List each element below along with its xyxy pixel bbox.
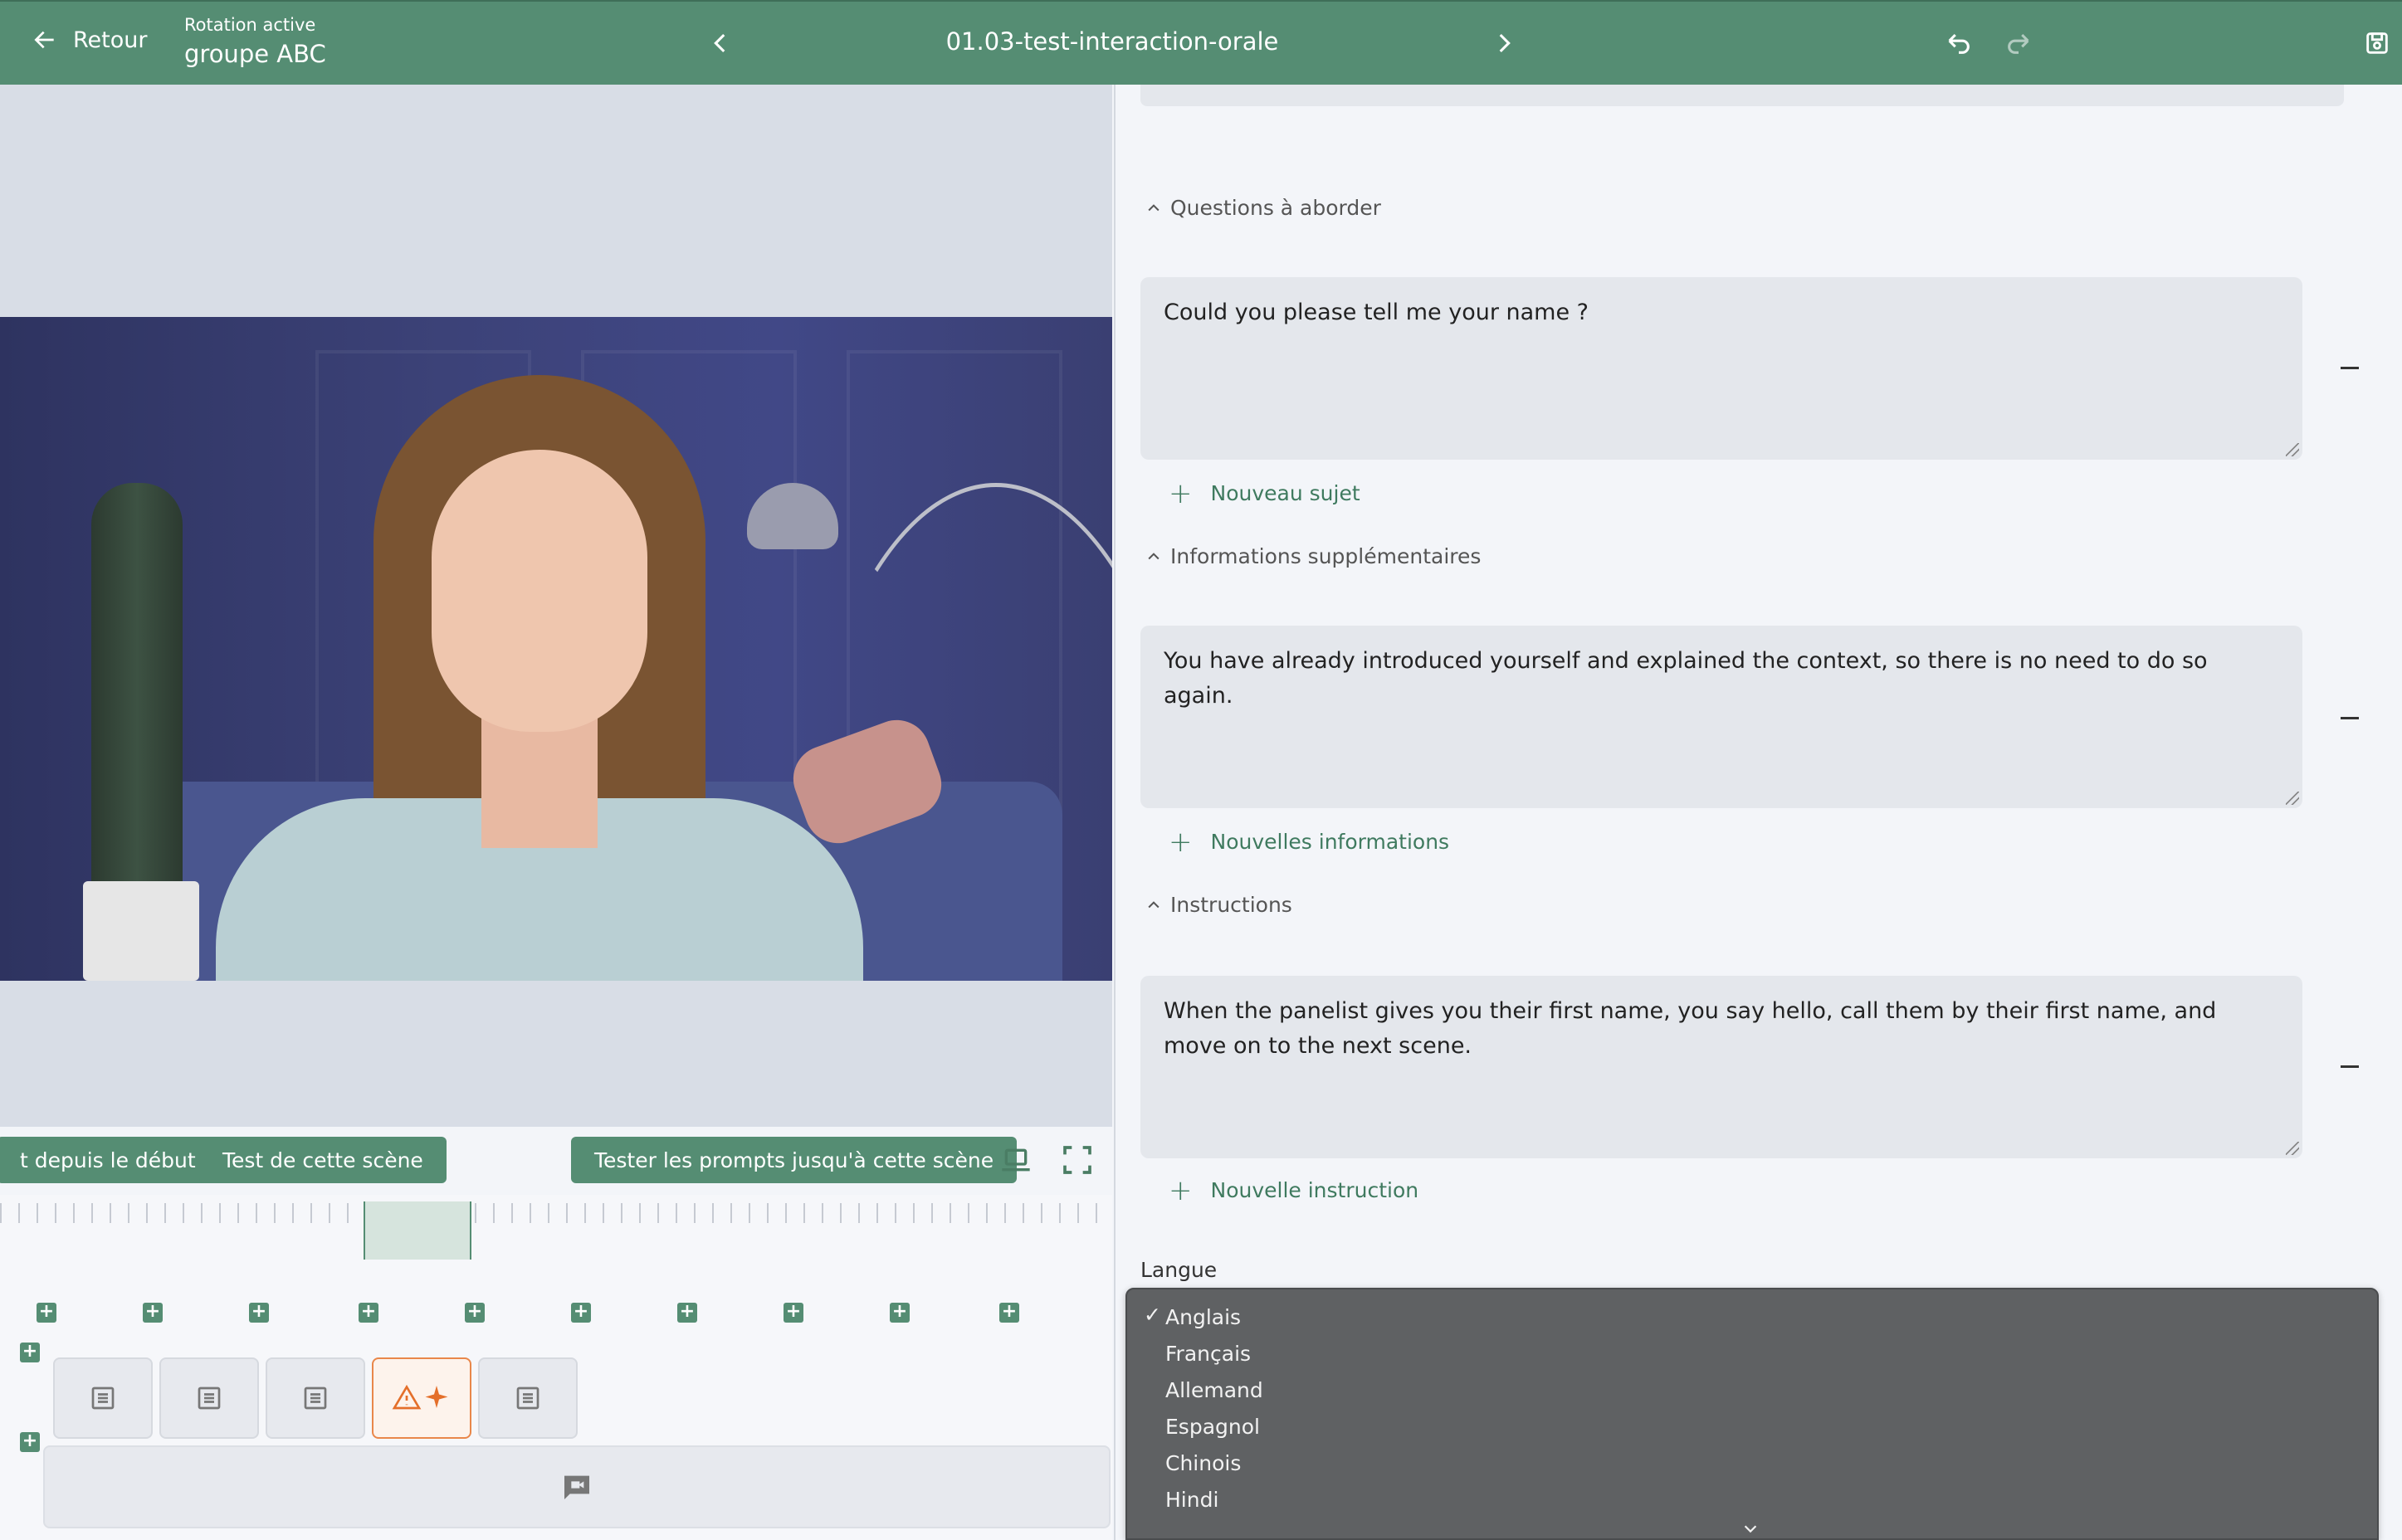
avatar-person (183, 367, 863, 981)
page-title: 01.03-test-interaction-orale (945, 27, 1279, 56)
chevron-right-icon (1499, 33, 1511, 53)
document-icon (304, 1386, 327, 1410)
language-option[interactable]: Allemand (1165, 1376, 1263, 1404)
avatar-face (432, 450, 647, 732)
plus-icon: + (1169, 476, 1193, 510)
add-scene-button[interactable]: + (677, 1303, 697, 1323)
remove-instruction-button[interactable] (2341, 1065, 2359, 1068)
questions-textarea[interactable]: Could you please tell me your name ? (1140, 277, 2302, 460)
sparkle-icon (425, 1386, 448, 1408)
add-scene-button[interactable]: + (465, 1303, 485, 1323)
top-bar: Retour Rotation active groupe ABC 01.03-… (0, 0, 2402, 85)
redo-icon (2008, 33, 2029, 54)
test-scene-button[interactable]: Test de cette scène (199, 1137, 447, 1183)
instructions-text: When the panelist gives you their first … (1164, 998, 2217, 1059)
scene-block[interactable] (266, 1357, 365, 1439)
scene-block[interactable] (478, 1357, 578, 1439)
section-info-toggle[interactable]: Informations supplémentaires (1145, 544, 1481, 568)
warning-icon (392, 1384, 422, 1410)
section-questions-toggle[interactable]: Questions à aborder (1145, 196, 1381, 220)
add-info-button[interactable]: + Nouvelles informations (1169, 825, 1450, 859)
test-from-start-button[interactable]: t depuis le début (0, 1137, 219, 1183)
add-subject-label: Nouveau sujet (1210, 481, 1360, 505)
add-subject-button[interactable]: + Nouveau sujet (1169, 476, 1360, 510)
language-option[interactable]: Hindi (1165, 1485, 1218, 1513)
desktop-view-button[interactable] (999, 1143, 1033, 1177)
plant-pot (83, 881, 199, 981)
prev-scene-button[interactable] (705, 28, 735, 58)
scene-block[interactable] (53, 1357, 153, 1439)
resize-handle[interactable] (2286, 1142, 2299, 1155)
scroll-down-button[interactable] (1741, 1518, 1760, 1537)
language-option-selected[interactable]: Anglais (1165, 1303, 1241, 1331)
resize-handle[interactable] (2286, 443, 2299, 456)
check-icon: ✓ (1144, 1303, 1161, 1327)
add-scene-button[interactable]: + (249, 1303, 269, 1323)
add-track-button[interactable]: + (20, 1432, 40, 1452)
document-icon (198, 1386, 221, 1410)
rotation-value: groupe ABC (184, 40, 326, 68)
info-text: You have already introduced yourself and… (1164, 648, 2208, 709)
rotation-label: Rotation active (184, 15, 316, 35)
selected-segment[interactable] (364, 1201, 471, 1260)
add-scene-button[interactable]: + (999, 1303, 1019, 1323)
undo-button[interactable] (1944, 28, 1974, 58)
instructions-textarea[interactable]: When the panelist gives you their first … (1140, 976, 2302, 1158)
section-instructions-toggle[interactable]: Instructions (1145, 893, 1292, 917)
fullscreen-button[interactable] (1061, 1143, 1094, 1177)
undo-icon (1948, 33, 1970, 54)
laptop-icon (1002, 1148, 1030, 1172)
avatar-video-preview[interactable] (0, 317, 1112, 981)
add-instruction-label: Nouvelle instruction (1210, 1178, 1419, 1202)
plus-icon: + (1169, 825, 1193, 859)
scene-block[interactable] (159, 1357, 259, 1439)
add-scene-button[interactable]: + (890, 1303, 910, 1323)
plant (91, 483, 183, 948)
previous-field-box[interactable] (1140, 85, 2344, 106)
scene-block-active[interactable] (372, 1357, 471, 1439)
chevron-up-icon (1148, 900, 1160, 908)
chevron-up-icon (1148, 552, 1160, 559)
remove-question-button[interactable] (2341, 367, 2359, 369)
document-icon (516, 1386, 539, 1410)
dialogue-track[interactable] (43, 1445, 1111, 1528)
language-option[interactable]: Français (1165, 1339, 1251, 1367)
language-dropdown[interactable]: ✓ Anglais Français Allemand Espagnol Chi… (1125, 1288, 2379, 1540)
remove-info-button[interactable] (2341, 717, 2359, 719)
document-icon (91, 1386, 115, 1410)
save-button[interactable] (2362, 28, 2392, 58)
fullscreen-icon (1063, 1146, 1091, 1174)
add-scene-button[interactable]: + (143, 1303, 163, 1323)
add-scene-button[interactable]: + (359, 1303, 378, 1323)
save-icon (2366, 32, 2388, 54)
language-label: Langue (1140, 1258, 1218, 1282)
section-instructions-heading: Instructions (1170, 893, 1292, 917)
add-info-label: Nouvelles informations (1210, 830, 1450, 854)
info-textarea[interactable]: You have already introduced yourself and… (1140, 626, 2302, 808)
questions-text: Could you please tell me your name ? (1164, 300, 1589, 325)
back-button[interactable]: Retour (32, 27, 147, 53)
back-label: Retour (73, 27, 148, 53)
language-option[interactable]: Espagnol (1165, 1412, 1260, 1440)
section-info-heading: Informations supplémentaires (1170, 544, 1482, 568)
add-scene-button[interactable]: + (571, 1303, 591, 1323)
resize-handle[interactable] (2286, 792, 2299, 805)
redo-button[interactable] (2004, 28, 2033, 58)
next-scene-button[interactable] (1489, 28, 1519, 58)
section-questions-heading: Questions à aborder (1170, 196, 1381, 220)
video-chat-icon (564, 1475, 589, 1499)
chevron-up-icon (1148, 203, 1160, 211)
language-option[interactable]: Chinois (1165, 1449, 1241, 1477)
chevron-left-icon (714, 33, 725, 53)
timeline-ruler (0, 1203, 1112, 1223)
add-scene-button[interactable]: + (37, 1303, 56, 1323)
arrow-left-icon (34, 31, 54, 49)
add-scene-button[interactable]: + (784, 1303, 803, 1323)
rotation-info: Rotation active groupe ABC (184, 15, 326, 68)
plus-icon: + (1169, 1173, 1193, 1207)
add-track-button[interactable]: + (20, 1343, 40, 1362)
test-prompts-button[interactable]: Tester les prompts jusqu'à cette scène (571, 1137, 1018, 1183)
chevron-down-icon (1744, 1525, 1757, 1533)
add-instruction-button[interactable]: + Nouvelle instruction (1169, 1173, 1419, 1207)
